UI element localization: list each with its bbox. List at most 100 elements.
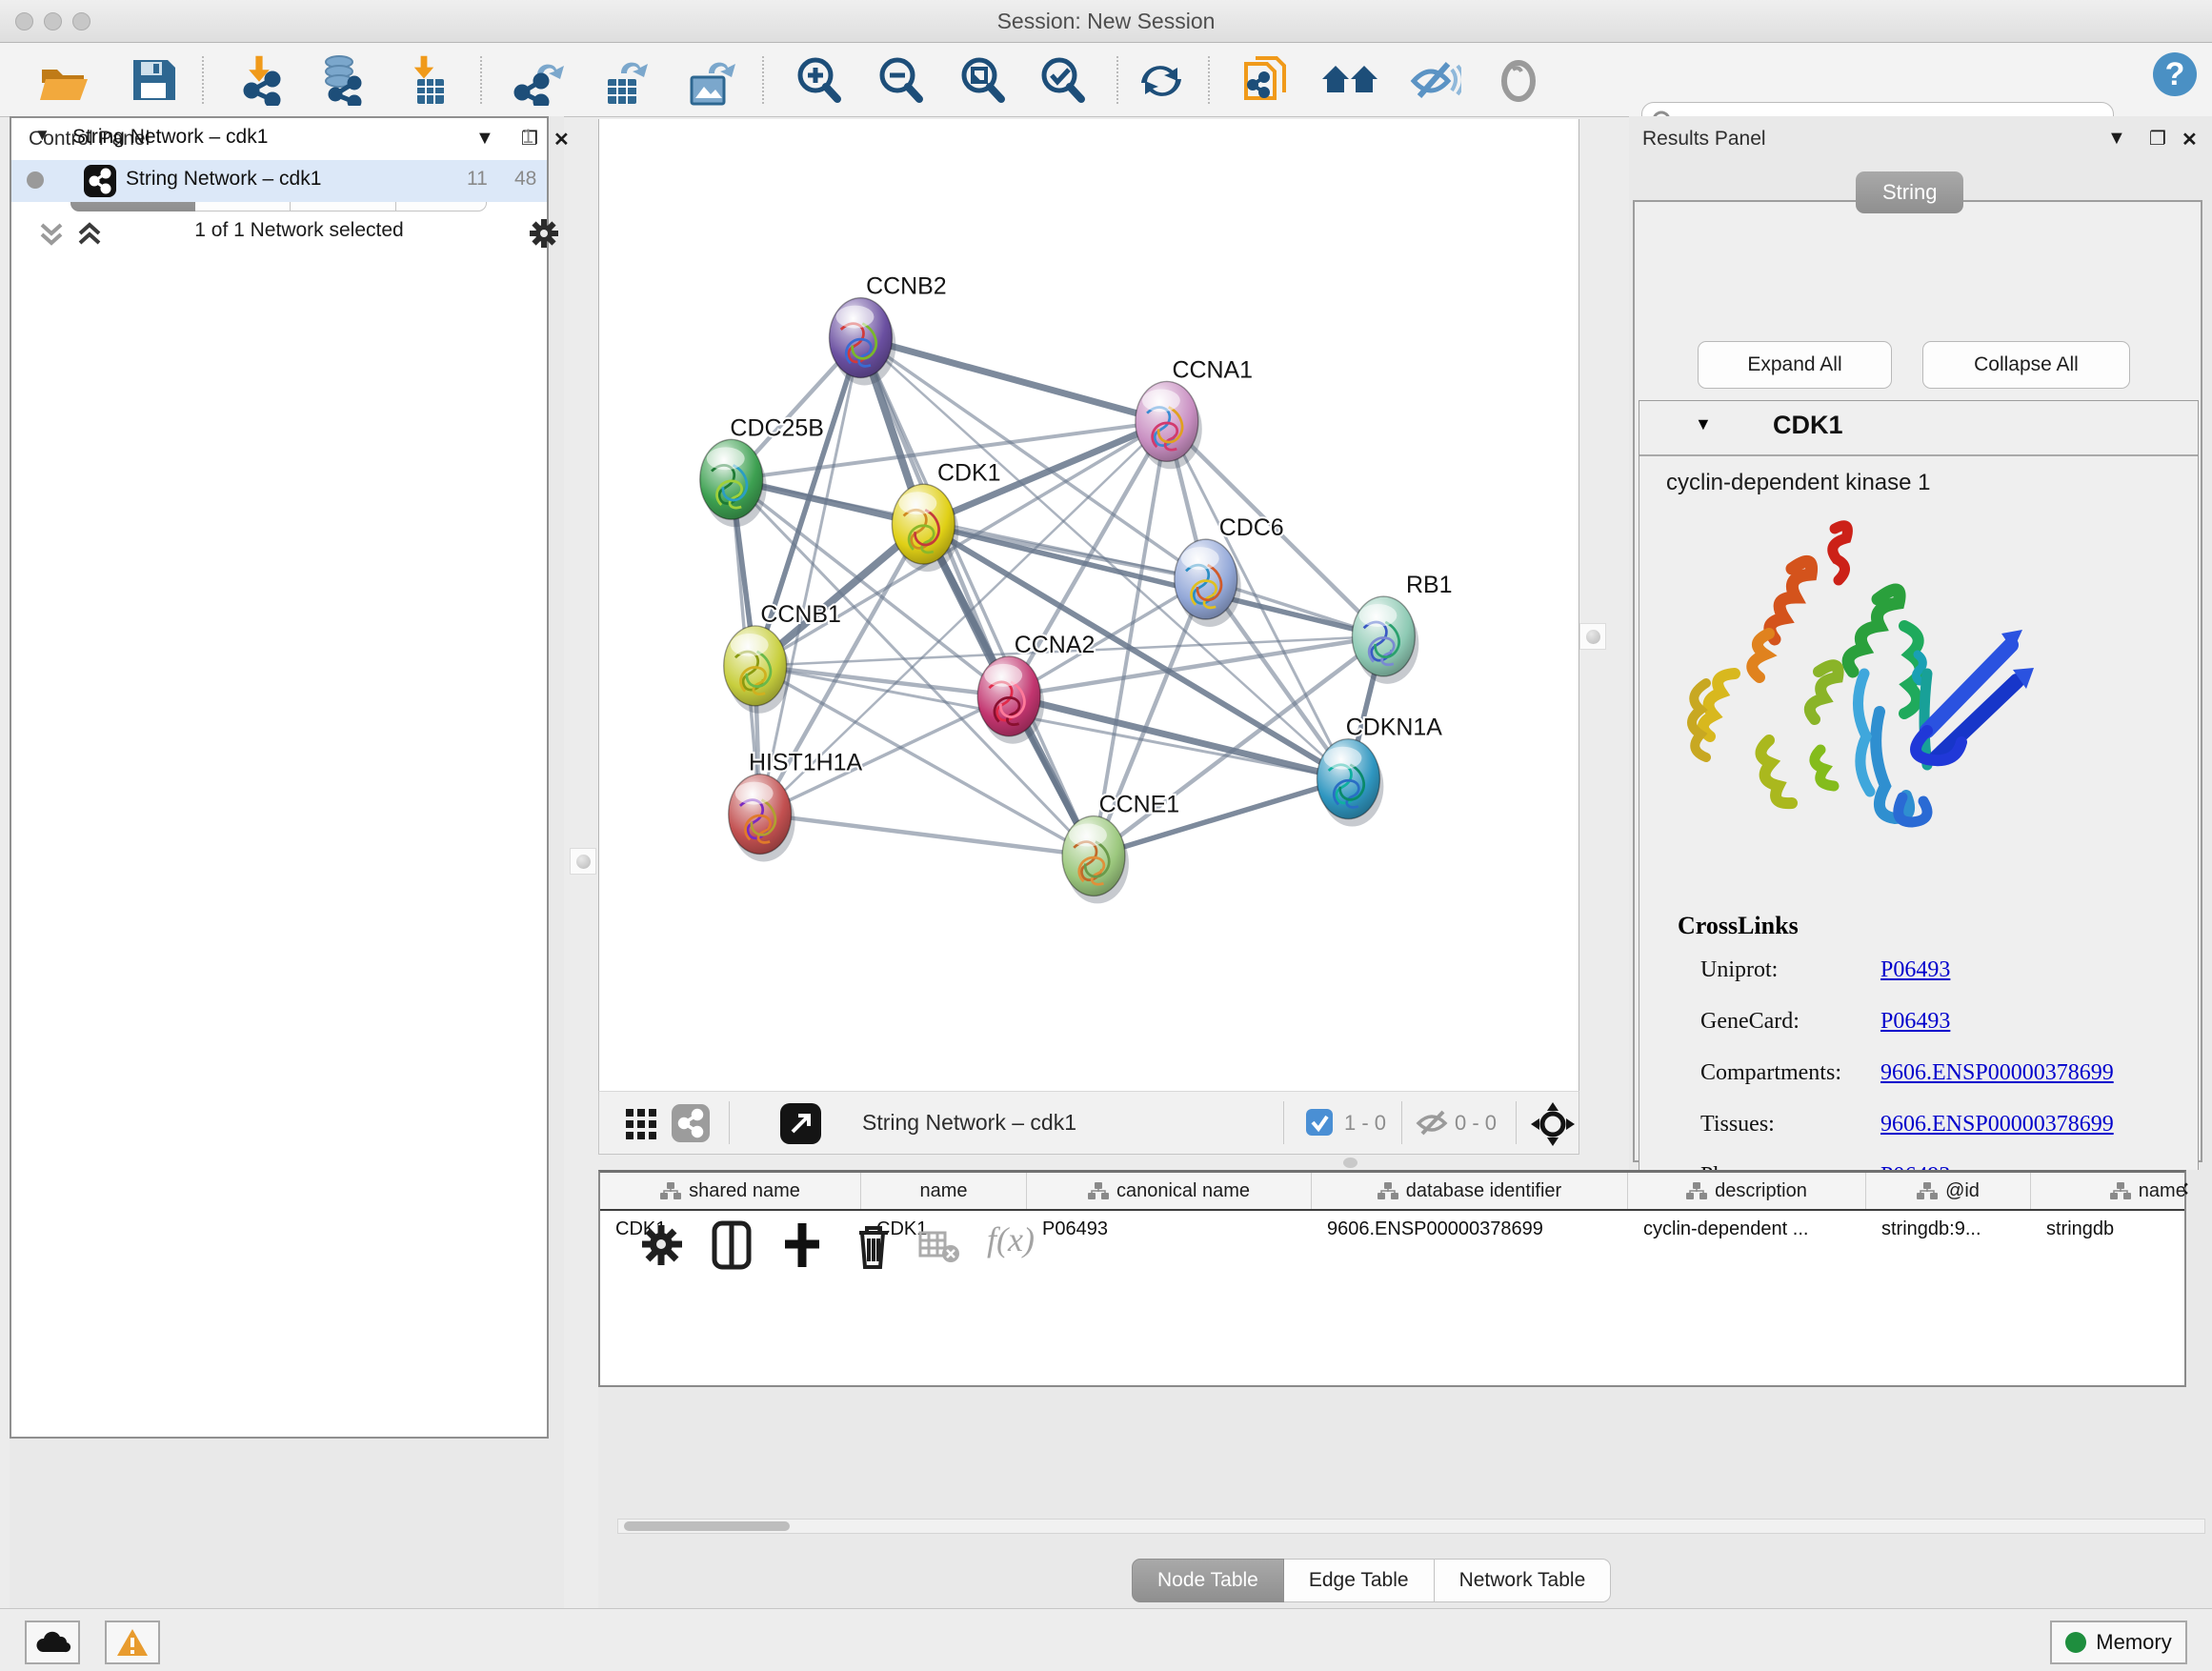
table-cell[interactable]: stringdb — [2031, 1218, 2186, 1240]
share-view-icon[interactable] — [672, 1104, 712, 1144]
node-CDC6[interactable] — [1175, 539, 1241, 627]
grid-view-icon[interactable] — [624, 1107, 662, 1141]
current-network-dot-icon — [27, 171, 44, 189]
network-canvas[interactable]: CCNB2CCNA1CDC25BCDK1CDC6RB1CCNB1CCNA2CDK… — [598, 119, 1579, 1091]
close-panel-icon[interactable]: ✕ — [2182, 128, 2198, 151]
show-panel-eye-icon[interactable] — [1492, 54, 1547, 106]
expand-collection-icon[interactable]: ▼ — [34, 126, 50, 145]
selected-count: 1 - 0 — [1344, 1111, 1386, 1136]
tab-node-table[interactable]: Node Table — [1132, 1559, 1284, 1602]
node-table[interactable]: shared namenamecanonical namedatabase id… — [598, 1170, 2186, 1387]
node-CCNE1[interactable] — [1062, 816, 1129, 904]
tab-network-table[interactable]: Network Table — [1435, 1559, 1612, 1602]
warnings-button[interactable] — [105, 1621, 160, 1664]
toolbar-separator — [1401, 1101, 1402, 1144]
table-cell[interactable]: cyclin-dependent ... — [1628, 1218, 1866, 1240]
export-image-button[interactable] — [682, 54, 737, 106]
home-button[interactable] — [1320, 54, 1376, 106]
edge-CCNB2-HIST1H1A[interactable] — [760, 338, 861, 815]
node-CCNA2[interactable] — [977, 656, 1044, 744]
memory-button[interactable]: Memory — [2050, 1621, 2187, 1664]
network-options-gear-icon[interactable] — [526, 215, 562, 252]
column-header-shared-name[interactable]: shared name — [600, 1173, 861, 1209]
table-cell[interactable]: P06493 — [1027, 1218, 1312, 1240]
node-CCNB1[interactable] — [724, 626, 791, 714]
network-collection-row[interactable]: ▼ String Network – cdk1 1 — [11, 118, 547, 160]
node-label-HIST1H1A: HIST1H1A — [749, 750, 863, 776]
table-cell[interactable]: 9606.ENSP00000378699 — [1312, 1218, 1628, 1240]
node-label-CDK1: CDK1 — [937, 459, 1001, 486]
toolbar-separator — [1116, 56, 1118, 104]
toolbar-separator — [729, 1101, 730, 1144]
collapse-all-button[interactable]: Collapse All — [1922, 341, 2130, 389]
status-bar: Memory — [0, 1608, 2212, 1671]
expand-all-button[interactable]: Expand All — [1698, 341, 1892, 389]
zoom-out-button[interactable] — [873, 54, 928, 106]
crosslink-value-link[interactable]: 9606.ENSP00000378699 — [1880, 1060, 2114, 1086]
crosslink-label: Tissues: — [1700, 1112, 1775, 1137]
expand-all-networks-icon[interactable] — [74, 219, 107, 250]
node-RB1[interactable] — [1352, 596, 1418, 684]
node-CCNB2[interactable] — [830, 298, 896, 386]
column-header-canonical-name[interactable]: canonical name — [1027, 1173, 1312, 1209]
import-table-file-button[interactable] — [398, 54, 453, 106]
import-network-database-button[interactable] — [314, 54, 370, 106]
crosslink-value-link[interactable]: P06493 — [1880, 957, 1950, 983]
selected-checkbox-icon[interactable] — [1306, 1109, 1335, 1137]
toolbar-separator — [480, 56, 482, 104]
gene-card-header[interactable]: ▼ CDK1 — [1639, 401, 2198, 456]
column-header-description[interactable]: description — [1628, 1173, 1866, 1209]
node-label-CDC6: CDC6 — [1219, 514, 1284, 541]
open-session-button[interactable] — [36, 54, 91, 106]
column-header--id[interactable]: @id — [1866, 1173, 2031, 1209]
hidden-count: 0 - 0 — [1455, 1111, 1497, 1136]
detach-view-icon[interactable] — [780, 1103, 822, 1145]
close-panel-icon[interactable]: ✕ — [553, 128, 570, 151]
show-columns-icon[interactable] — [707, 1219, 758, 1271]
scrollbar-thumb[interactable] — [624, 1521, 790, 1531]
add-column-icon[interactable] — [777, 1219, 829, 1271]
table-horizontal-scrollbar[interactable] — [617, 1519, 2205, 1534]
save-session-button[interactable] — [126, 54, 181, 106]
tab-edge-table[interactable]: Edge Table — [1284, 1559, 1435, 1602]
tab-string[interactable]: String — [1856, 171, 1963, 213]
cloud-status-button[interactable] — [25, 1621, 80, 1664]
column-header-namespace[interactable]: namespace — [2031, 1173, 2186, 1209]
collapse-gene-icon[interactable]: ▼ — [1695, 414, 1712, 434]
crosslink-value-link[interactable]: 9606.ENSP00000378699 — [1880, 1112, 2114, 1137]
network-row-selected[interactable]: String Network – cdk1 11 48 — [11, 160, 547, 202]
zoom-in-button[interactable] — [791, 54, 846, 106]
hide-panel-eye-icon[interactable] — [1406, 54, 1461, 106]
collapse-all-networks-icon[interactable] — [36, 219, 69, 250]
shared-column-icon — [1088, 1181, 1109, 1200]
column-header-database-identifier[interactable]: database identifier — [1312, 1173, 1628, 1209]
left-splitter-handle[interactable] — [570, 848, 596, 875]
node-CDKN1A[interactable] — [1317, 739, 1384, 827]
node-HIST1H1A[interactable] — [729, 775, 795, 862]
horizontal-splitter-handle[interactable] — [1343, 1158, 1357, 1168]
table-row[interactable]: CDK1CDK1P064939606.ENSP00000378699cyclin… — [600, 1211, 2184, 1247]
edge-HIST1H1A-CCNE1[interactable] — [760, 815, 1094, 856]
zoom-selected-button[interactable] — [1035, 54, 1090, 106]
collapse-panel-icon[interactable]: ▼ — [2107, 128, 2126, 150]
crosslink-value-link[interactable]: P06493 — [1880, 1009, 1950, 1035]
edge-CCNB1-CCNA2[interactable] — [755, 666, 1009, 696]
help-button[interactable]: ? — [2151, 50, 2206, 102]
column-header-name[interactable]: name — [861, 1173, 1027, 1209]
hidden-eye-icon[interactable] — [1415, 1109, 1449, 1137]
birdseye-crosshair-icon[interactable] — [1531, 1102, 1575, 1146]
toolbar-separator — [762, 56, 764, 104]
refresh-button[interactable] — [1134, 54, 1189, 106]
export-table-button[interactable] — [596, 54, 652, 106]
table-cell[interactable]: stringdb:9... — [1866, 1218, 2031, 1240]
export-network-button[interactable] — [513, 54, 568, 106]
delete-column-icon[interactable] — [848, 1219, 899, 1271]
clone-network-button[interactable] — [1240, 54, 1296, 106]
zoom-fit-button[interactable] — [955, 54, 1010, 106]
right-splitter-handle[interactable] — [1579, 623, 1606, 650]
node-label-CCNB1: CCNB1 — [760, 601, 841, 628]
table-options-gear-icon[interactable] — [636, 1219, 688, 1271]
float-panel-icon[interactable]: ❐ — [2149, 127, 2166, 151]
import-network-file-button[interactable] — [234, 54, 290, 106]
edge-CCNB2-CCNE1[interactable] — [860, 338, 1094, 856]
